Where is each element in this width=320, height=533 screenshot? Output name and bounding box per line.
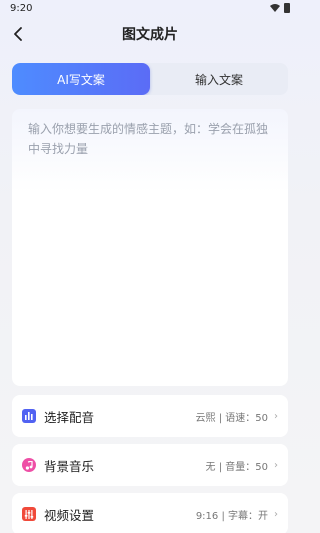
video-setting-row[interactable]: 视频设置 9:16 | 字幕：开 › xyxy=(12,493,288,533)
status-time: 9:20 xyxy=(10,2,33,14)
text-editor-card xyxy=(12,109,288,386)
chevron-right-icon: › xyxy=(274,508,278,520)
voice-setting-value: 云熙 | 语速：50 xyxy=(195,412,268,424)
battery-icon xyxy=(284,3,290,13)
video-setting-label: 视频设置 xyxy=(44,507,95,523)
chevron-right-icon: › xyxy=(274,410,278,422)
voice-setting-label: 选择配音 xyxy=(44,409,95,425)
header: 图文成片 xyxy=(0,20,300,48)
back-button[interactable] xyxy=(8,24,28,44)
music-setting-row[interactable]: 背景音乐 无 | 音量：50 › xyxy=(12,444,288,486)
wifi-icon xyxy=(270,4,280,12)
video-setting-value: 9:16 | 字幕：开 xyxy=(195,510,268,522)
music-note-icon xyxy=(22,458,36,472)
status-icons xyxy=(270,3,290,13)
voice-bars-icon xyxy=(22,409,36,423)
topic-input[interactable] xyxy=(28,119,272,376)
music-setting-value: 无 | 音量：50 xyxy=(205,461,268,473)
tab-ai-write[interactable]: AI写文案 xyxy=(12,63,150,95)
sliders-icon xyxy=(22,507,36,521)
voice-setting-row[interactable]: 选择配音 云熙 | 语速：50 › xyxy=(12,395,288,437)
tab-input-text[interactable]: 输入文案 xyxy=(150,63,288,95)
chevron-left-icon xyxy=(14,27,22,41)
music-setting-label: 背景音乐 xyxy=(44,458,95,474)
tab-bar: AI写文案 输入文案 xyxy=(12,63,288,95)
chevron-right-icon: › xyxy=(274,459,278,471)
status-bar: 9:20 xyxy=(0,0,300,16)
page-title: 图文成片 xyxy=(122,27,178,43)
